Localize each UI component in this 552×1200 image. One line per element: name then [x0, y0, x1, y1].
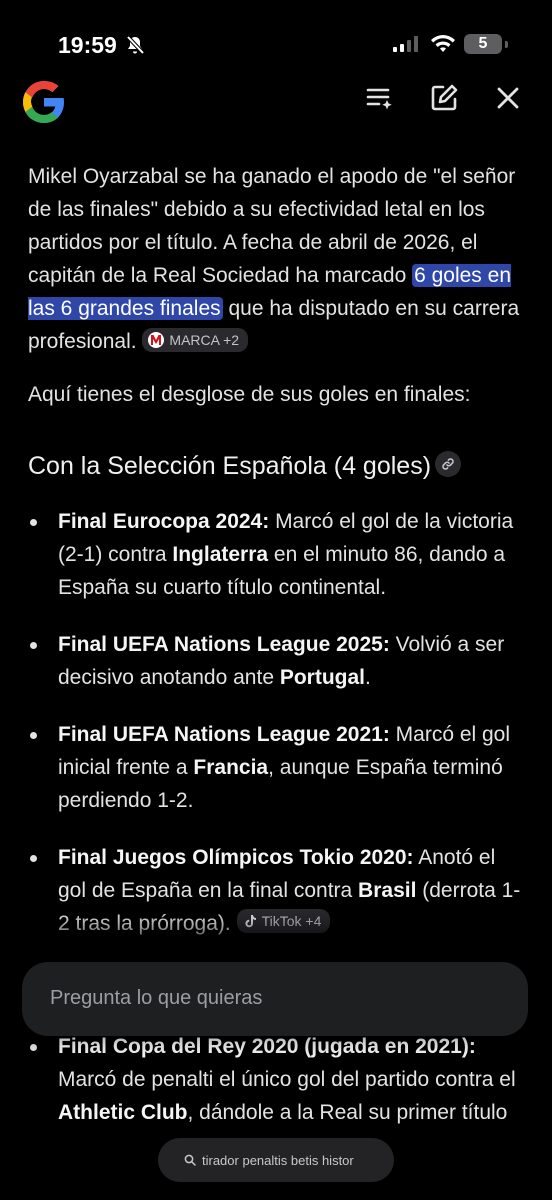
item-text-end: . — [365, 666, 371, 689]
ask-input[interactable]: Pregunta lo que quieras — [22, 962, 528, 1036]
bell-muted-icon — [126, 35, 145, 55]
battery-level: 5 — [464, 34, 502, 54]
ask-placeholder: Pregunta lo que quieras — [50, 987, 263, 1009]
list-item: Final UEFA Nations League 2021: Marcó el… — [28, 718, 528, 817]
item-title: Final Copa del Rey 2020 (jugada en 2021)… — [58, 1035, 476, 1058]
item-bold: Athletic Club — [58, 1101, 188, 1124]
status-time: 19:59 — [58, 32, 117, 58]
item-bold: Brasil — [358, 879, 417, 902]
item-title: Final Juegos Olímpicos Tokio 2020: — [58, 846, 414, 869]
list-item: Final Eurocopa 2024: Marcó el gol de la … — [28, 505, 528, 604]
intro-paragraph: Mikel Oyarzabal se ha ganado el apodo de… — [28, 160, 528, 358]
source-chip-marca[interactable]: MARCA +2 — [142, 328, 249, 352]
bullet-icon — [30, 732, 37, 739]
section-title-text: Con la Selección Española (4 goles) — [28, 452, 432, 480]
lead-paragraph: Aquí tienes el desglose de sus goles en … — [28, 383, 471, 406]
item-title: Final Eurocopa 2024: — [58, 510, 270, 533]
item-title: Final UEFA Nations League 2021: — [58, 723, 390, 746]
bullet-icon — [30, 642, 37, 649]
tiktok-logo-icon — [244, 915, 256, 928]
search-icon — [184, 1154, 196, 1166]
suggestion-pill[interactable]: tirador penaltis betis histor — [158, 1138, 394, 1182]
source-chip-label: MARCA +2 — [169, 332, 240, 348]
signal-icon — [393, 36, 418, 52]
source-chip-tiktok[interactable]: TikTok +4 — [236, 909, 331, 933]
wifi-icon — [431, 35, 455, 52]
list-item: Final Juegos Olímpicos Tokio 2020: Anotó… — [28, 841, 528, 940]
suggestion-text: tirador penaltis betis histor — [202, 1152, 354, 1168]
bullet-icon — [30, 519, 37, 526]
link-icon[interactable] — [435, 451, 462, 477]
item-text: Marcó de penalti el único gol del partid… — [58, 1068, 516, 1091]
status-bar: 19:59 5 — [0, 0, 552, 80]
marca-logo-icon — [148, 332, 165, 348]
bullet-icon — [30, 855, 37, 862]
bottom-fade — [0, 1180, 552, 1200]
list-item: Final Copa del Rey 2020 (jugada en 2021)… — [28, 1030, 528, 1129]
item-bold: Portugal — [279, 666, 366, 689]
item-title: Final UEFA Nations League 2025: — [58, 633, 390, 656]
item-text-end: , dándole a la Real su primer título — [187, 1101, 508, 1124]
item-bold: Inglaterra — [172, 543, 269, 566]
list-item: Final UEFA Nations League 2025: Volvió a… — [28, 628, 528, 694]
source-chip-label: TikTok +4 — [261, 913, 322, 929]
section-title: Con la Selección Española (4 goles) — [28, 449, 528, 483]
bullet-icon — [30, 1044, 37, 1051]
battery-tip — [505, 41, 508, 48]
item-bold: Francia — [193, 756, 269, 779]
